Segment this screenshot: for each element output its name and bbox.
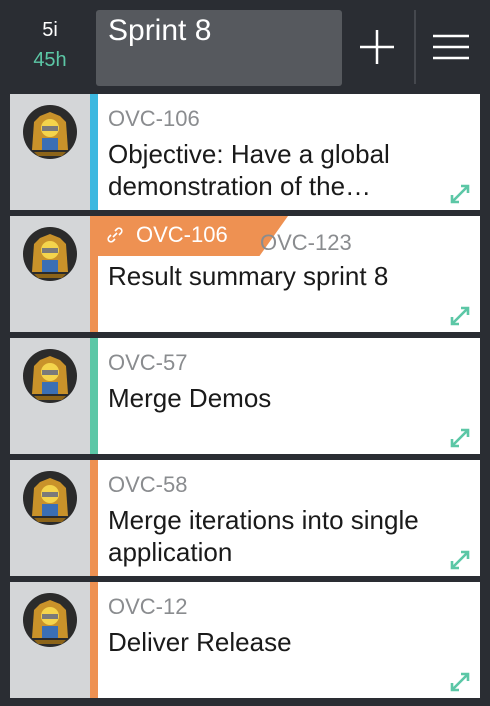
avatar-column [10,582,90,698]
status-stripe [90,94,98,210]
item-count: 5i [42,19,58,41]
avatar-column [10,216,90,332]
menu-button[interactable] [420,10,482,84]
issue-key: OVC-106 [108,106,200,131]
avatar-column [10,94,90,210]
hamburger-menu-icon [433,34,469,60]
avatar [23,349,77,403]
avatar-column [10,338,90,454]
expand-icon[interactable] [448,304,472,328]
hours-total: 45h [33,49,67,71]
expand-icon[interactable] [448,182,472,206]
issue-card[interactable]: OVC-57 Merge Demos [10,338,480,454]
issue-card[interactable]: OVC-12 Deliver Release [10,582,480,698]
avatar [23,593,77,647]
issue-key: OVC-58 [108,472,188,497]
avatar [23,471,77,525]
issue-summary: Objective: Have a global demonstration o… [108,139,390,201]
sprint-stats: 5i 45h [10,10,90,84]
issue-key: OVC-57 [108,350,188,375]
status-stripe [90,460,98,576]
header-divider [414,10,416,84]
issue-summary: Merge Demos [108,383,272,413]
issue-card[interactable]: OVC-58 Merge iterations into single appl… [10,460,480,576]
add-button[interactable] [346,10,408,84]
avatar [23,227,77,281]
status-stripe [90,338,98,454]
issue-summary: Deliver Release [108,627,292,657]
board-header: 5i 45h Sprint 8 [0,0,490,90]
link-icon [107,227,123,243]
issue-card[interactable]: OVC-106 OVC-123 Result summary sprint 8 [10,216,480,332]
avatar [23,105,77,159]
status-stripe [90,582,98,698]
expand-icon[interactable] [448,548,472,572]
expand-icon[interactable] [448,670,472,694]
issue-summary: Merge iterations into single application [108,505,419,567]
issue-card[interactable]: OVC-106 Objective: Have a global demonst… [10,94,480,210]
plus-icon [360,30,394,64]
parent-issue-key: OVC-106 [136,222,228,247]
sprint-title-field[interactable]: Sprint 8 [96,10,342,86]
issue-key: OVC-12 [108,594,188,619]
issue-key: OVC-123 [260,230,352,255]
sprint-title: Sprint 8 [108,14,212,47]
issue-summary: Result summary sprint 8 [108,261,389,291]
expand-icon[interactable] [448,426,472,450]
avatar-column [10,460,90,576]
status-stripe [90,216,98,332]
